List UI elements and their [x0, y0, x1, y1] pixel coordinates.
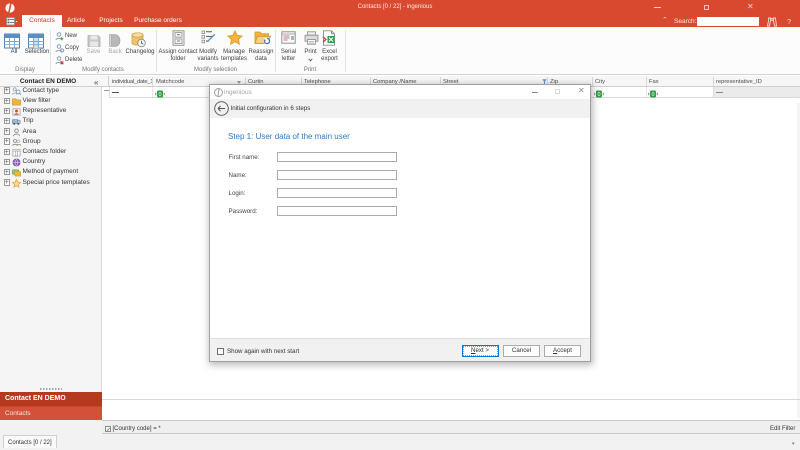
svg-text:0: 0	[651, 92, 654, 98]
svg-text:0: 0	[597, 92, 600, 98]
svg-text:0: 0	[158, 92, 161, 98]
